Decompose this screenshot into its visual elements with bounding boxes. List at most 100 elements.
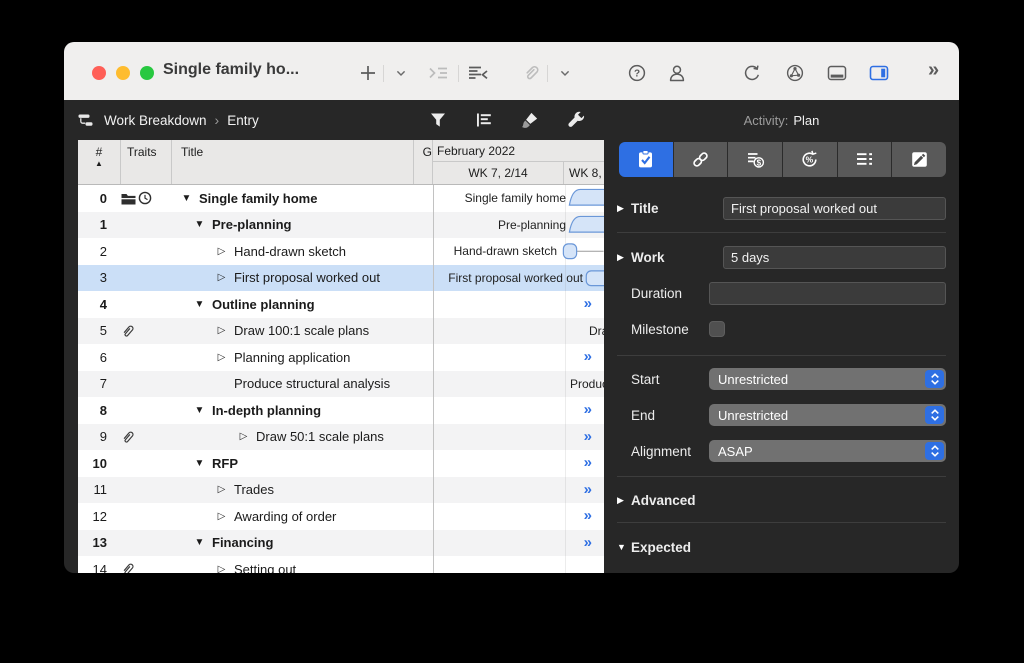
disclosure-triangle-icon[interactable]: ▷: [215, 511, 228, 522]
bar-offscreen-right-icon[interactable]: »: [584, 454, 592, 471]
table-row[interactable]: 7 Produce structural analysis Produce st…: [78, 371, 604, 398]
table-row[interactable]: 11 ▷ Trades »: [78, 477, 604, 504]
gantt-cell[interactable]: »: [433, 291, 604, 318]
row-title-cell[interactable]: ▼ In-depth planning: [172, 403, 414, 418]
help-button[interactable]: ?: [625, 62, 649, 84]
alignment-popup-button[interactable]: ASAP: [709, 440, 946, 462]
toggle-bottom-panel-button[interactable]: [825, 62, 849, 84]
row-title-cell[interactable]: ▷ Draw 50:1 scale plans: [172, 429, 414, 444]
tab-resources-inspector[interactable]: [838, 142, 893, 177]
add-item-menu-button[interactable]: [389, 62, 413, 84]
disclosure-triangle-icon[interactable]: ▼: [193, 458, 206, 469]
disclosure-triangle-icon[interactable]: ▼: [180, 193, 193, 204]
disclosure-triangle-icon[interactable]: ▷: [215, 246, 228, 257]
attachment-button[interactable]: [519, 62, 543, 84]
tab-task-inspector[interactable]: [619, 142, 674, 177]
disclosure-triangle-icon[interactable]: ▼: [617, 542, 631, 552]
start-popup-button[interactable]: Unrestricted: [709, 368, 946, 390]
column-header-title[interactable]: Title: [172, 140, 414, 184]
gantt-cell[interactable]: Produce structural analysis: [433, 371, 604, 398]
column-header-clipped[interactable]: G: [414, 140, 433, 184]
row-title-cell[interactable]: ▷ First proposal worked out: [172, 270, 414, 285]
bar-offscreen-right-icon[interactable]: »: [584, 534, 592, 551]
disclosure-triangle-icon[interactable]: ▶: [617, 203, 631, 214]
bar-offscreen-right-icon[interactable]: »: [584, 348, 592, 365]
gantt-cell[interactable]: [433, 556, 604, 573]
duration-input[interactable]: [709, 282, 946, 305]
table-row[interactable]: 14 ▷ Setting out: [78, 556, 604, 573]
gantt-cell[interactable]: »: [433, 424, 604, 451]
add-item-button[interactable]: [356, 62, 380, 84]
column-header-traits[interactable]: Traits: [121, 140, 172, 184]
row-title-cell[interactable]: Produce structural analysis: [172, 376, 414, 391]
table-row[interactable]: 2 ▷ Hand-drawn sketch Hand-drawn sketch: [78, 238, 604, 265]
breadcrumb[interactable]: Work Breakdown › Entry: [78, 100, 259, 140]
row-title-cell[interactable]: ▷ Hand-drawn sketch: [172, 244, 414, 259]
network-share-button[interactable]: [783, 62, 807, 84]
row-title-cell[interactable]: ▷ Setting out: [172, 562, 414, 573]
disclosure-triangle-icon[interactable]: ▷: [215, 352, 228, 363]
attachment-menu-button[interactable]: [553, 62, 577, 84]
indent-button[interactable]: [426, 62, 450, 84]
expected-section-row[interactable]: ▼ Expected: [617, 535, 946, 559]
title-input[interactable]: [723, 197, 946, 220]
timeline-week-header[interactable]: WK 8,: [564, 162, 604, 184]
row-title-cell[interactable]: ▷ Trades: [172, 482, 414, 497]
tab-links-inspector[interactable]: [674, 142, 729, 177]
advanced-section-row[interactable]: ▶ Advanced: [617, 488, 946, 512]
disclosure-triangle-icon[interactable]: ▷: [215, 272, 228, 283]
end-popup-button[interactable]: Unrestricted: [709, 404, 946, 426]
timeline-week-header[interactable]: WK 7, 2/14: [433, 162, 564, 184]
row-title-cell[interactable]: ▼ Outline planning: [172, 297, 414, 312]
toggle-inspector-button[interactable]: [867, 62, 891, 84]
gantt-cell[interactable]: Pre-planning: [433, 212, 604, 239]
outline-options-button[interactable]: [474, 110, 494, 130]
filter-button[interactable]: [428, 110, 448, 130]
gantt-cell[interactable]: Hand-drawn sketch: [433, 238, 604, 265]
row-title-cell[interactable]: ▼ Pre-planning: [172, 217, 414, 232]
summary-bar-start[interactable]: [567, 212, 604, 239]
table-row[interactable]: 10 ▼ RFP »: [78, 450, 604, 477]
row-title-cell[interactable]: ▷ Draw 100:1 scale plans: [172, 323, 414, 338]
task-bar-start[interactable]: [585, 265, 604, 292]
breadcrumb-mode[interactable]: Entry: [227, 113, 259, 128]
bar-offscreen-right-icon[interactable]: »: [584, 295, 592, 312]
zoom-window-button[interactable]: [140, 66, 154, 80]
disclosure-triangle-icon[interactable]: ▷: [215, 564, 228, 573]
sync-button[interactable]: [740, 62, 764, 84]
task-bar-start[interactable]: [562, 238, 604, 265]
breadcrumb-view[interactable]: Work Breakdown: [104, 113, 207, 128]
work-input[interactable]: [723, 246, 946, 269]
minimize-window-button[interactable]: [116, 66, 130, 80]
table-row[interactable]: 4 ▼ Outline planning »: [78, 291, 604, 318]
settings-button[interactable]: [566, 110, 586, 130]
disclosure-triangle-icon[interactable]: ▶: [617, 252, 631, 263]
gantt-cell[interactable]: »: [433, 530, 604, 557]
summary-bar-start[interactable]: [567, 185, 604, 212]
table-row[interactable]: 3 ▷ First proposal worked out First prop…: [78, 265, 604, 292]
row-title-cell[interactable]: ▷ Awarding of order: [172, 509, 414, 524]
table-row[interactable]: 13 ▼ Financing »: [78, 530, 604, 557]
timeline-month-header[interactable]: February 2022: [433, 140, 604, 162]
disclosure-triangle-icon[interactable]: ▶: [617, 495, 631, 506]
column-header-number[interactable]: # ▲: [78, 140, 121, 184]
gantt-cell[interactable]: Single family home: [433, 185, 604, 212]
gantt-cell[interactable]: »: [433, 450, 604, 477]
row-title-cell[interactable]: ▷ Planning application: [172, 350, 414, 365]
timeline-header[interactable]: February 2022 WK 7, 2/14 WK 8,: [433, 140, 604, 184]
bar-offscreen-right-icon[interactable]: »: [584, 401, 592, 418]
style-button[interactable]: [520, 110, 540, 130]
resources-button[interactable]: [665, 62, 689, 84]
bar-offscreen-right-icon[interactable]: »: [584, 507, 592, 524]
gantt-cell[interactable]: First proposal worked out: [433, 265, 604, 292]
gantt-cell[interactable]: »: [433, 397, 604, 424]
gantt-cell[interactable]: Draw 100:1 scale plans: [433, 318, 604, 345]
disclosure-triangle-icon[interactable]: ▷: [237, 431, 250, 442]
milestone-checkbox[interactable]: [709, 321, 725, 337]
disclosure-triangle-icon[interactable]: ▼: [193, 299, 206, 310]
table-row[interactable]: 12 ▷ Awarding of order »: [78, 503, 604, 530]
toolbar-overflow-button[interactable]: »: [928, 59, 939, 82]
row-title-cell[interactable]: ▼ RFP: [172, 456, 414, 471]
gantt-cell[interactable]: »: [433, 344, 604, 371]
gantt-cell[interactable]: »: [433, 477, 604, 504]
